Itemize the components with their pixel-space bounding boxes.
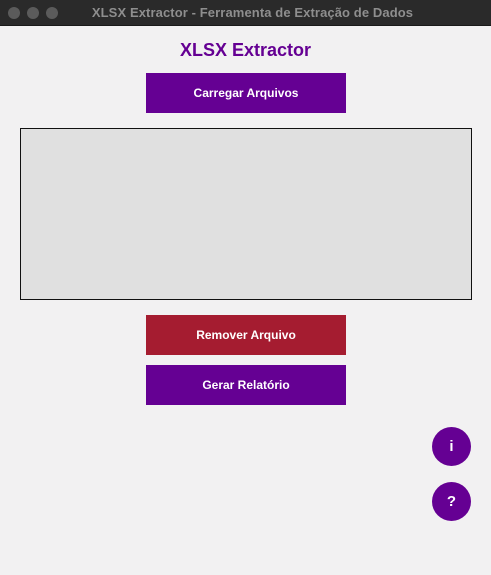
info-icon: i: [449, 438, 454, 455]
window-title: XLSX Extractor - Ferramenta de Extração …: [91, 5, 414, 20]
help-button[interactable]: ?: [432, 482, 471, 521]
info-button[interactable]: i: [432, 427, 471, 466]
file-listbox[interactable]: [20, 128, 472, 300]
window-titlebar: XLSX Extractor - Ferramenta de Extração …: [0, 0, 491, 26]
generate-report-button[interactable]: Gerar Relatório: [146, 365, 346, 405]
load-files-button[interactable]: Carregar Arquivos: [146, 73, 346, 113]
app-title: XLSX Extractor: [179, 40, 312, 60]
remove-file-button[interactable]: Remover Arquivo: [146, 315, 346, 355]
help-icon: ?: [446, 493, 457, 510]
